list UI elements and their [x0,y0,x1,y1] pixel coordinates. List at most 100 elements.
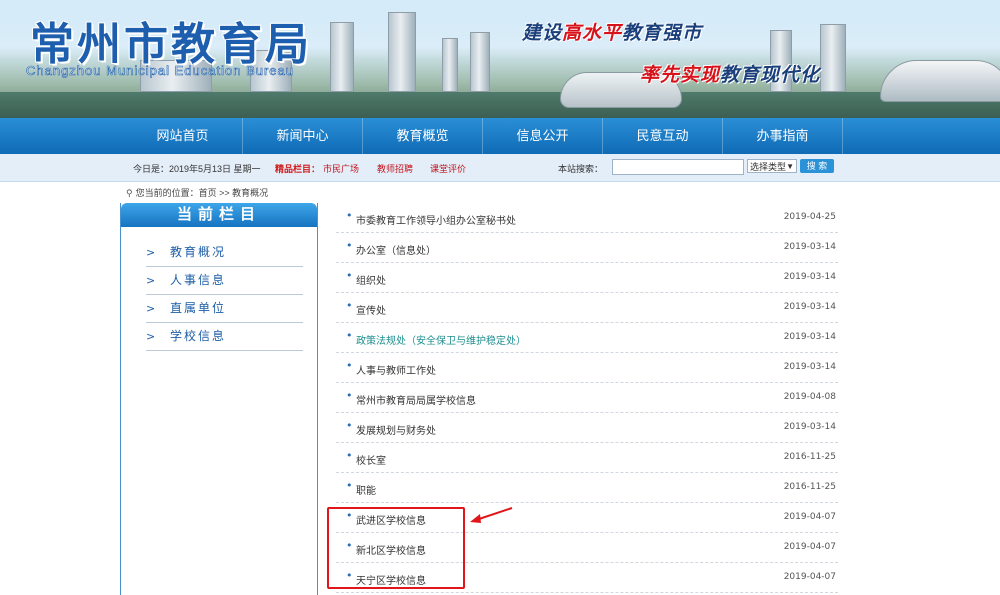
nav-item-home[interactable]: 网站首页 [123,118,243,154]
skyline-building [388,12,416,92]
featured-link-citizen-square[interactable]: 市民广场 [323,162,359,175]
list-item-date: 2019-03-14 [783,302,836,312]
bullet-icon: • [346,419,353,432]
slogan-line-2: 率先实现教育现代化 [640,60,820,87]
skyline-building [442,38,458,92]
sidebar-item-label: 直属单位 [170,301,227,315]
bullet-icon: • [346,479,353,492]
slogan-1-part-c: 教育强市 [622,23,703,44]
slogan-1-part-a: 建设 [522,23,563,44]
search-label: 本站搜索： [558,164,604,174]
current-date: 今日是：2019年5月13日 星期一 [133,164,261,174]
list-item-date: 2016-11-25 [783,452,836,462]
list-item[interactable]: • 宣传处 2019-03-14 [336,293,838,323]
list-item-title[interactable]: 政策法规处（安全保卫与维护稳定处） [356,332,526,347]
list-item-title[interactable]: 常州市教育局局属学校信息 [356,392,476,407]
list-item-title[interactable]: 武进区学校信息 [356,512,426,527]
list-item[interactable]: • 常州市教育局局属学校信息 2019-04-08 [336,383,838,413]
nav-item-news[interactable]: 新闻中心 [243,118,363,154]
skyline-building [470,32,490,92]
list-item-title[interactable]: 天宁区学校信息 [356,572,426,587]
sidebar-item-label: 学校信息 [170,329,227,343]
slogan-1-highlight: 高水平 [562,23,623,44]
bullet-icon: • [346,449,353,462]
nav-item-guide[interactable]: 办事指南 [723,118,843,154]
arena-graphic [880,60,1000,102]
sidebar-item-overview[interactable]: > 教育概况 [146,239,303,267]
list-item-title[interactable]: 新北区学校信息 [356,542,426,557]
search-type-select[interactable]: 选择类型 ▼ [747,159,797,173]
sidebar-heading: 当前栏目 [121,203,317,227]
list-item-date: 2019-03-14 [783,272,836,282]
list-item-date: 2019-04-07 [783,572,836,582]
sidebar-item-affiliated[interactable]: > 直属单位 [146,295,303,323]
bullet-icon: • [346,209,353,222]
list-item-date: 2019-04-07 [783,542,836,552]
bullet-icon: • [346,299,353,312]
skyline-building [820,24,846,92]
list-item[interactable]: • 发展规划与财务处 2019-03-14 [336,413,838,443]
list-item-title[interactable]: 校长室 [356,452,386,467]
breadcrumb: ⚲ 您当前的位置：首页 >> 教育概况 [126,186,268,199]
sidebar: 当前栏目 > 教育概况 > 人事信息 > 直属单位 > 学校信息 [120,203,318,595]
list-item-date: 2016-11-25 [783,482,836,492]
search-button[interactable]: 搜 索 [800,159,834,173]
list-item[interactable]: • 政策法规处（安全保卫与维护稳定处） 2019-03-14 [336,323,838,353]
bullet-icon: • [346,539,353,552]
list-item[interactable]: • 新北区学校信息 2019-04-07 [336,533,838,563]
list-item[interactable]: • 校长室 2016-11-25 [336,443,838,473]
list-item[interactable]: • 职能 2016-11-25 [336,473,838,503]
bullet-icon: • [346,569,353,582]
list-item-date: 2019-03-14 [783,422,836,432]
list-item-title[interactable]: 办公室（信息处） [356,242,436,257]
skyline-building [330,22,354,92]
sidebar-list: > 教育概况 > 人事信息 > 直属单位 > 学校信息 [146,239,303,351]
site-title-english: Changzhou Municipal Education Bureau [26,63,294,79]
list-item-title[interactable]: 组织处 [356,272,386,287]
sidebar-item-label: 人事信息 [170,273,227,287]
list-item-date: 2019-04-07 [783,512,836,522]
list-item[interactable]: • 市委教育工作领导小组办公室秘书处 2019-04-25 [336,203,838,233]
slogan-line-1: 建设高水平教育强市 [522,18,702,45]
list-item-date: 2019-03-14 [783,362,836,372]
bullet-icon: • [346,509,353,522]
list-item[interactable]: • 组织处 2019-03-14 [336,263,838,293]
banner-river [0,92,1000,118]
nav-item-interaction[interactable]: 民意互动 [603,118,723,154]
chevron-right-icon: > [146,330,156,343]
location-pin-icon: ⚲ [126,188,133,198]
nav-item-disclosure[interactable]: 信息公开 [483,118,603,154]
chevron-right-icon: > [146,246,156,259]
header-banner: 常州市教育局 Changzhou Municipal Education Bur… [0,0,1000,118]
chevron-down-icon: ▼ [786,162,794,171]
list-item-title[interactable]: 市委教育工作领导小组办公室秘书处 [356,212,516,227]
list-item[interactable]: • 武进区学校信息 2019-04-07 [336,503,838,533]
chevron-right-icon: > [146,302,156,315]
sidebar-item-schools[interactable]: > 学校信息 [146,323,303,351]
list-item[interactable]: • 人事与教师工作处 2019-03-14 [336,353,838,383]
list-item-date: 2019-03-14 [783,242,836,252]
search-type-value: 选择类型 [750,162,787,172]
bullet-icon: • [346,329,353,342]
search-input[interactable] [612,159,744,175]
list-item[interactable]: • 办公室（信息处） 2019-03-14 [336,233,838,263]
bullet-icon: • [346,269,353,282]
nav-item-overview[interactable]: 教育概览 [363,118,483,154]
list-item-title[interactable]: 发展规划与财务处 [356,422,436,437]
slogan-2-part-b: 教育现代化 [720,65,821,86]
featured-link-teacher-recruit[interactable]: 教师招聘 [377,162,413,175]
list-item-date: 2019-04-25 [783,212,836,222]
featured-label: 精品栏目： [275,164,321,174]
bullet-icon: • [346,359,353,372]
list-item[interactable]: • 天宁区学校信息 2019-04-07 [336,563,838,593]
list-item-title[interactable]: 职能 [356,482,376,497]
featured-link-class-review[interactable]: 课堂评价 [430,162,466,175]
chevron-right-icon: > [146,274,156,287]
info-bar: 今日是：2019年5月13日 星期一 精品栏目： 市民广场 教师招聘 课堂评价 … [0,154,1000,182]
sidebar-item-personnel[interactable]: > 人事信息 [146,267,303,295]
bullet-icon: • [346,239,353,252]
main-nav: 网站首页 新闻中心 教育概览 信息公开 民意互动 办事指南 [0,118,1000,154]
list-item-title[interactable]: 人事与教师工作处 [356,362,436,377]
sidebar-item-label: 教育概况 [170,245,227,259]
list-item-title[interactable]: 宣传处 [356,302,386,317]
